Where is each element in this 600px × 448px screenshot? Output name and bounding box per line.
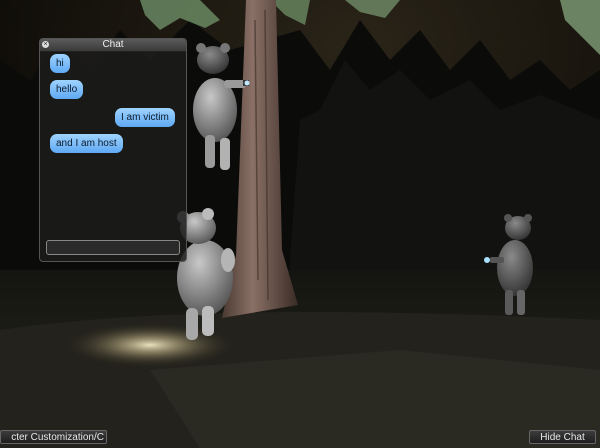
chat-window: × Chat hi hello I am victim and I am hos… bbox=[39, 38, 187, 262]
chat-message: and I am host bbox=[50, 134, 123, 153]
chat-message: hello bbox=[50, 80, 84, 99]
chat-input[interactable] bbox=[46, 240, 180, 255]
hide-chat-button[interactable]: Hide Chat bbox=[529, 430, 596, 444]
chat-message: hi bbox=[50, 54, 70, 73]
chat-titlebar[interactable]: × Chat bbox=[40, 39, 186, 52]
character-customization-button[interactable]: cter Customization/C bbox=[0, 430, 107, 444]
chat-title: Chat bbox=[102, 39, 124, 50]
chat-message: I am victim bbox=[115, 108, 175, 127]
